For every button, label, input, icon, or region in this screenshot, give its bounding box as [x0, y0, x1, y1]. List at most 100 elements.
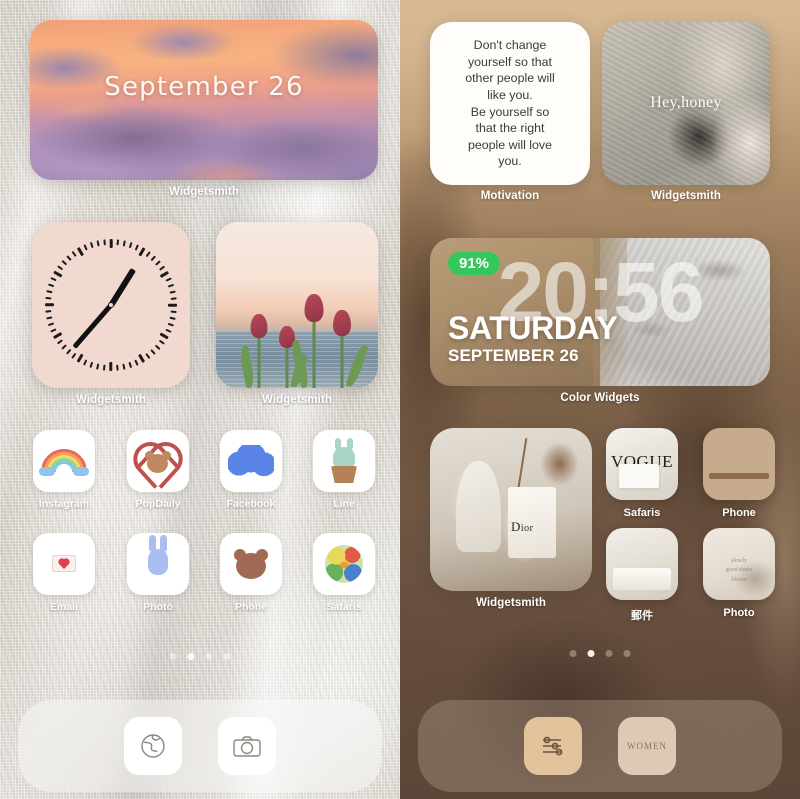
shelf-shadow-icon — [703, 428, 775, 500]
app-label: Line — [333, 498, 355, 510]
widget-hey-honey-photo[interactable]: Hey,honey — [602, 22, 770, 185]
widget-color-widgets-clock[interactable]: 20:56 91% SATURDAY SEPTEMBER 26 — [430, 238, 770, 386]
clock-tick — [71, 251, 77, 257]
app-phone-right[interactable]: Phone — [703, 428, 775, 519]
page-dot[interactable] — [169, 653, 177, 660]
sunset-date-text: September 26 — [104, 72, 304, 102]
widget-dior-photo[interactable]: Dior — [430, 428, 592, 591]
clock-tick — [116, 239, 119, 246]
clock-tick — [169, 290, 176, 294]
camera-icon[interactable] — [218, 717, 276, 775]
clock-tick — [50, 328, 57, 333]
app-photo[interactable]: Photo — [127, 533, 189, 613]
clock-minute-hand — [72, 303, 113, 349]
clock-tick — [116, 364, 119, 371]
clock-tick — [66, 349, 72, 355]
clock-tick — [134, 359, 139, 366]
clock-tick — [128, 361, 133, 369]
page-indicator[interactable] — [169, 653, 231, 660]
women-text-icon[interactable]: WOMEN — [618, 717, 676, 775]
dior-text: Dior — [511, 519, 534, 535]
app-label: Photo — [143, 601, 173, 613]
app-label: Photo — [723, 607, 755, 619]
app-label: Safaris — [623, 507, 661, 519]
widget-label-dior: Widgetsmith — [476, 597, 546, 609]
sliders-icon[interactable] — [524, 717, 582, 775]
app-phone[interactable]: Phone — [220, 533, 282, 613]
app-label: 郵件 — [631, 610, 653, 622]
widget-sunset-date[interactable]: September 26 — [30, 20, 378, 180]
app-email[interactable]: Email — [33, 533, 95, 613]
clock-tick — [89, 361, 94, 369]
women-label: WOMEN — [627, 741, 667, 751]
page-dot-active[interactable] — [587, 650, 595, 657]
clock-tick — [109, 239, 113, 248]
clock-tick — [122, 363, 126, 370]
widget-label-tulips: Widgetsmith — [262, 394, 332, 406]
clock-tick — [138, 247, 146, 257]
widget-analog-clock[interactable] — [32, 222, 190, 388]
clock-tick — [159, 265, 165, 271]
clock-tick — [45, 297, 52, 300]
clock-tick — [159, 332, 169, 340]
app-instagram[interactable]: Instagram — [33, 430, 95, 510]
app-safaris-right[interactable]: VOGUE Safaris — [606, 428, 678, 519]
clock-tick — [50, 277, 57, 282]
page-dot[interactable] — [569, 650, 577, 657]
blue-bunny-icon — [127, 533, 189, 595]
clock-tick — [170, 310, 177, 313]
clock-tick — [45, 310, 52, 313]
clock-tick — [165, 328, 172, 333]
battery-badge: 91% — [448, 252, 501, 275]
page-dot-active[interactable] — [187, 653, 195, 660]
widget-tulips-photo[interactable] — [216, 222, 378, 388]
clock-tick — [53, 270, 63, 278]
quote-text: Don't change yourself so that other peop… — [465, 38, 555, 169]
app-photo-right[interactable]: slowly good times bloom Photo — [703, 528, 775, 619]
app-facebook[interactable]: Facebook — [220, 430, 282, 510]
bear-heart-icon — [127, 430, 189, 492]
widget-motivation-quote[interactable]: Don't change yourself so that other peop… — [430, 22, 590, 185]
widget-label-sunset: Widgetsmith — [169, 186, 239, 198]
clock-tick — [76, 353, 84, 363]
clock-tick — [169, 316, 176, 320]
clock-weekday: SATURDAY — [448, 310, 618, 346]
blue-cloud-icon — [220, 430, 282, 492]
clock-tick — [47, 322, 55, 327]
cactus-bunny-icon — [313, 430, 375, 492]
page-dot[interactable] — [205, 653, 213, 660]
clock-tick — [46, 316, 53, 320]
tulip-flower — [237, 314, 272, 388]
clock-tick — [103, 239, 106, 246]
app-popdaily[interactable]: PopDaily — [127, 430, 189, 510]
dual-homescreen-comparison: September 26 Widgetsmith Widgetsmith Wid… — [0, 0, 800, 799]
clock-tick — [167, 322, 175, 327]
clock-tick — [46, 290, 53, 294]
dock: WOMEN — [418, 700, 782, 792]
widget-label-color-widgets: Color Widgets — [560, 392, 640, 404]
app-line[interactable]: Line — [313, 430, 375, 510]
page-indicator[interactable] — [569, 650, 631, 657]
app-label: Phone — [722, 507, 756, 519]
clock-center-pin — [108, 302, 114, 308]
rainbow-icon — [33, 430, 95, 492]
app-safaris[interactable]: Safaris — [313, 533, 375, 613]
honey-overlay-text: Hey,honey — [650, 94, 722, 111]
page-dot[interactable] — [623, 650, 631, 657]
clock-tick — [47, 283, 55, 288]
app-label: PopDaily — [135, 498, 181, 510]
clock-tick — [53, 332, 63, 340]
left-homescreen: September 26 Widgetsmith Widgetsmith Wid… — [0, 0, 400, 799]
app-label: Email — [49, 601, 78, 613]
clock-tick — [150, 255, 156, 261]
page-dot[interactable] — [223, 653, 231, 660]
page-dot[interactable] — [605, 650, 613, 657]
tulip-flower — [288, 294, 328, 388]
app-mail-right[interactable]: 郵件 — [606, 528, 678, 623]
globe-icon[interactable] — [124, 717, 182, 775]
right-homescreen: Don't change yourself so that other peop… — [400, 0, 800, 799]
app-label: Safaris — [326, 601, 362, 613]
app-label: Instagram — [38, 498, 90, 510]
clock-date: SEPTEMBER 26 — [448, 346, 579, 365]
tulip-flower — [328, 310, 369, 388]
